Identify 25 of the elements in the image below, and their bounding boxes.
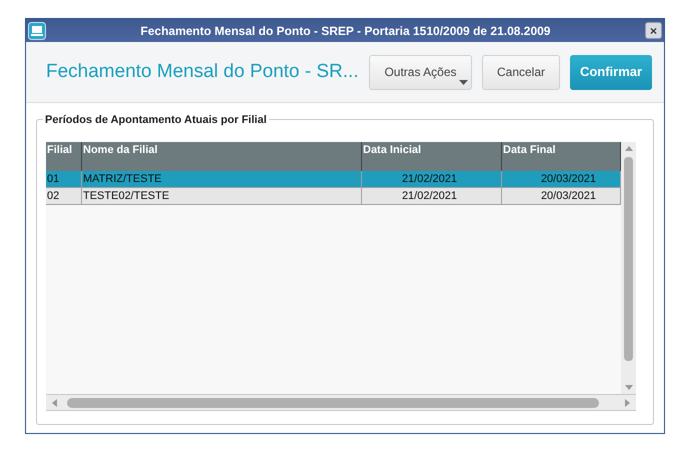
- scroll-left-icon[interactable]: [52, 398, 57, 406]
- scroll-down-icon[interactable]: [624, 385, 632, 390]
- caret-icon: [459, 80, 468, 84]
- scroll-right-icon[interactable]: [625, 398, 630, 406]
- more-actions-button[interactable]: Outras Ações: [369, 54, 472, 90]
- page-title: Fechamento Mensal do Ponto - SR...: [46, 60, 360, 84]
- window-title: Fechamento Mensal do Ponto - SREP - Portaria 1510/2009 de 21.08.2009: [140, 22, 552, 40]
- table-cell: 01: [46, 171, 82, 187]
- group-title: Períodos de Apontamento Atuais por Filial: [43, 112, 269, 128]
- vertical-scrollbar[interactable]: [621, 142, 636, 394]
- table-cell: MATRIZ/TESTE: [82, 171, 362, 187]
- scroll-thumb[interactable]: [67, 398, 599, 408]
- scroll-up-icon[interactable]: [624, 146, 632, 151]
- table-row[interactable]: 02 TESTE02/TESTE 21/02/2021 20/03/2021: [46, 188, 621, 205]
- table-row[interactable]: 01 MATRIZ/TESTE 21/02/2021 20/03/2021: [46, 171, 621, 188]
- window-icon: [28, 22, 46, 40]
- scroll-thumb[interactable]: [624, 157, 633, 361]
- table-cell: 21/02/2021: [362, 188, 502, 204]
- table-cell: 21/02/2021: [362, 171, 502, 187]
- close-button[interactable]: ×: [645, 22, 662, 39]
- table-cell: TESTE02/TESTE: [82, 188, 362, 204]
- table-cell: 02: [46, 188, 82, 204]
- cancel-button[interactable]: Cancelar: [482, 54, 560, 90]
- horizontal-scrollbar[interactable]: [46, 394, 636, 411]
- confirm-button[interactable]: Confirmar: [570, 54, 652, 90]
